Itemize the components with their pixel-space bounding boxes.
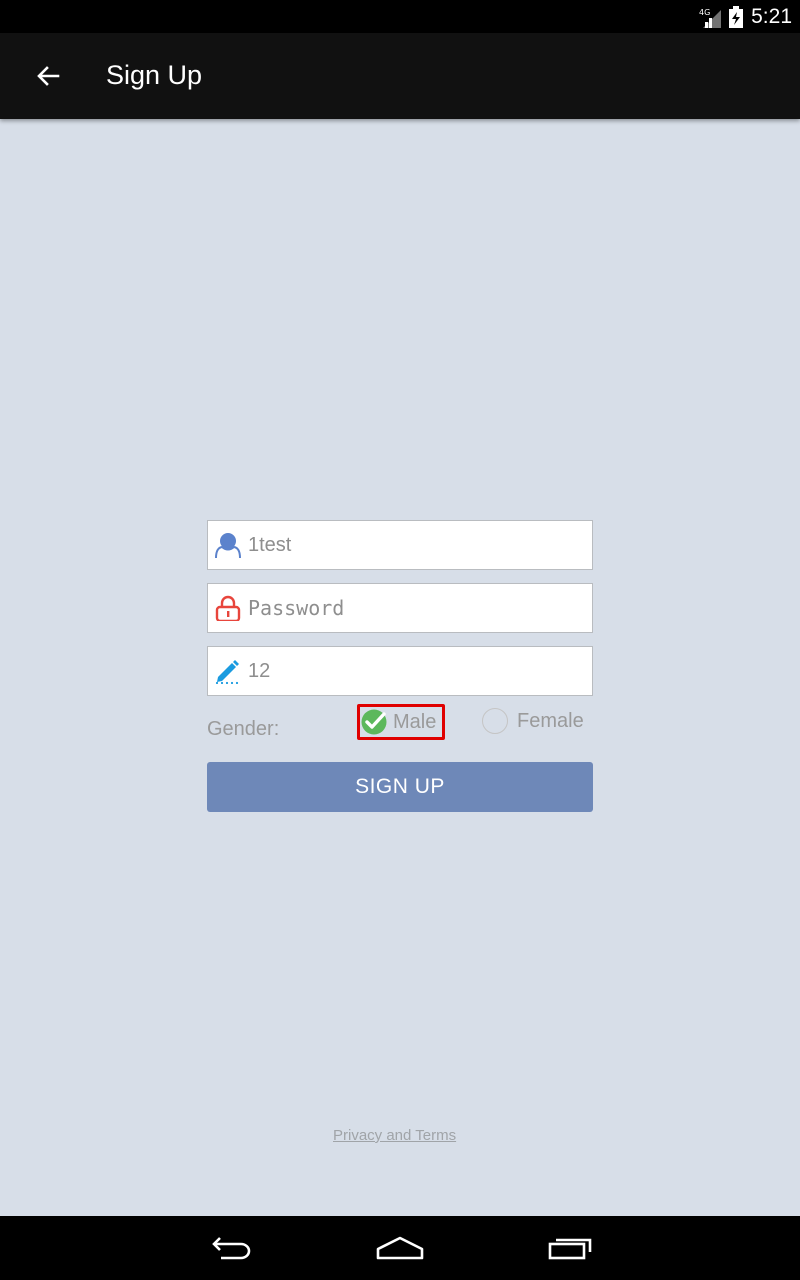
signal-4g-icon: 4G: [699, 8, 722, 28]
radio-empty-icon: [482, 708, 508, 734]
back-button[interactable]: [28, 56, 68, 96]
privacy-terms-link[interactable]: Privacy and Terms: [333, 1127, 456, 1144]
nav-back-icon: [212, 1237, 251, 1260]
status-icons: 4G 5:21: [699, 0, 792, 33]
status-bar: 4G 5:21: [0, 0, 800, 33]
username-value: 1test: [248, 534, 292, 556]
gender-male-label: Male: [393, 710, 437, 733]
battery-icon: [729, 5, 744, 28]
status-time: 5:21: [751, 4, 792, 28]
code-field[interactable]: 12: [207, 646, 593, 696]
gender-female-label: Female: [517, 709, 584, 732]
gender-radio-female[interactable]: Female: [482, 706, 584, 736]
username-field[interactable]: 1test: [207, 520, 593, 570]
nav-home-button[interactable]: [370, 1230, 430, 1266]
check-circle-icon: [361, 709, 387, 735]
app-bar: Sign Up: [0, 33, 800, 119]
password-field[interactable]: Password: [207, 583, 593, 633]
gender-radio-male[interactable]: Male: [357, 704, 445, 740]
page-title: Sign Up: [106, 60, 203, 90]
system-nav-bar: [0, 1216, 800, 1280]
sign-up-button[interactable]: SIGN UP: [207, 762, 593, 812]
user-icon: [215, 533, 241, 558]
nav-back-button[interactable]: [200, 1230, 260, 1266]
pencil-icon: [215, 660, 239, 684]
nav-recents-button[interactable]: [540, 1230, 600, 1266]
gender-label: Gender:: [207, 718, 280, 740]
password-placeholder: Password: [248, 596, 345, 620]
gender-row: Gender: Male Female: [207, 704, 593, 750]
network-label: 4G: [699, 8, 710, 17]
nav-home-icon: [376, 1236, 424, 1260]
code-value: 12: [248, 660, 271, 682]
lock-icon: [215, 595, 241, 621]
nav-recents-icon: [548, 1238, 592, 1260]
arrow-back-icon: [37, 66, 60, 86]
